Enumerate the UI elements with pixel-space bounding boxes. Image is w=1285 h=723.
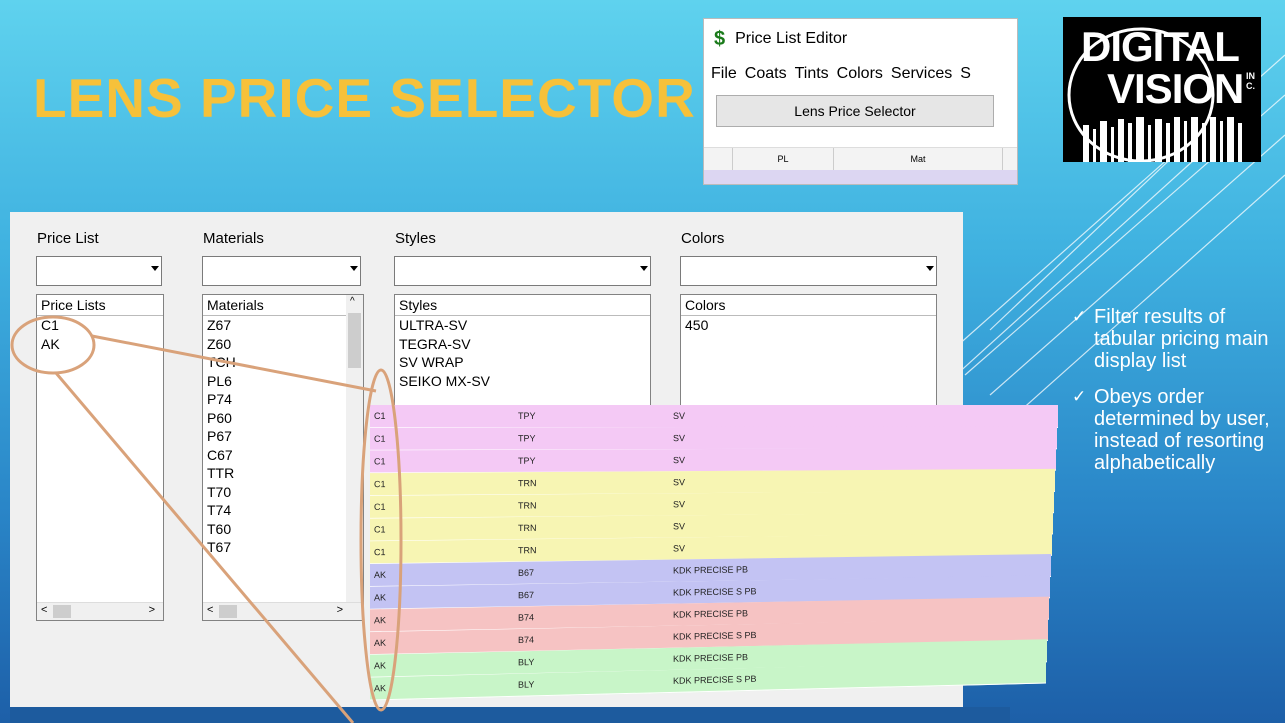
slide-background: LENS PRICE SELECTOR $ Price List Editor …: [0, 0, 1285, 723]
bullet-item: ✓ Obeys order determined by user, instea…: [1072, 386, 1282, 474]
check-icon: ✓: [1072, 387, 1087, 406]
bullet-item: ✓ Filter results of tabular pricing main…: [1072, 306, 1282, 372]
feature-bullets: ✓ Filter results of tabular pricing main…: [1072, 306, 1282, 488]
check-icon: ✓: [1072, 307, 1087, 326]
bullet-text: Filter results of tabular pricing main d…: [1094, 306, 1269, 372]
bullet-text: Obeys order determined by user, instead …: [1094, 386, 1270, 474]
